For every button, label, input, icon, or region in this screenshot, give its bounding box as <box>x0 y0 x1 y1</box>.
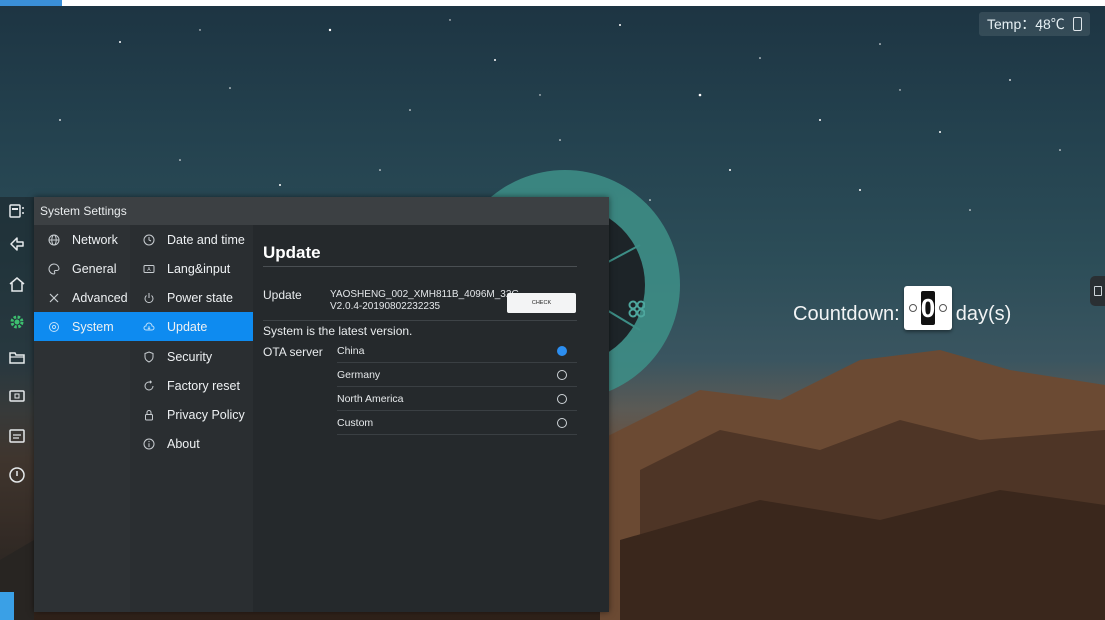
left-toolbar <box>0 197 34 620</box>
subitem-update[interactable]: Update <box>130 312 253 341</box>
radio-button[interactable] <box>557 417 567 428</box>
radio-button[interactable] <box>557 369 567 380</box>
home-icon[interactable] <box>7 274 27 294</box>
countdown-unit: day(s) <box>955 303 1012 325</box>
tools-icon <box>47 291 61 305</box>
folder-icon[interactable] <box>7 347 27 367</box>
subitem-label: Update <box>167 319 208 334</box>
keyboard-icon: A <box>142 262 156 276</box>
update-panel: Update Update YAOSHENG_002_XMH811B_4096M… <box>253 225 609 612</box>
settings-gear-icon[interactable] <box>7 312 27 332</box>
system-settings-window: System Settings Network General Advanced… <box>34 197 609 612</box>
temperature-text: Temp：48℃ <box>987 16 1065 32</box>
ota-option-china[interactable]: China <box>337 339 577 363</box>
svg-text:A: A <box>147 267 151 273</box>
subitem-date-time[interactable]: Date and time <box>130 225 253 254</box>
radio-button-selected[interactable] <box>557 345 567 356</box>
category-label: General <box>72 261 117 276</box>
category-network[interactable]: Network <box>34 225 130 254</box>
ota-option-custom[interactable]: Custom <box>337 411 577 435</box>
ota-option-label: North America <box>337 392 404 405</box>
radio-button[interactable] <box>557 393 567 404</box>
divider <box>263 266 577 267</box>
settings-subitems: Date and time A Lang&input Power state U… <box>130 225 253 612</box>
subitem-about[interactable]: About <box>130 429 253 458</box>
category-general[interactable]: General <box>34 254 130 283</box>
settings-categories: Network General Advanced System <box>34 225 130 612</box>
reset-icon <box>142 379 156 393</box>
category-label: System <box>72 319 114 334</box>
category-label: Network <box>72 232 118 247</box>
countdown-label: Countdown: <box>793 303 900 325</box>
subitem-label: Date and time <box>167 232 245 247</box>
ota-option-north-america[interactable]: North America <box>337 387 577 411</box>
ota-server-label: OTA server <box>263 345 323 359</box>
countdown-flip-card: 0 <box>903 286 952 330</box>
ota-option-label: China <box>337 344 365 357</box>
card-ring-right <box>938 304 947 312</box>
back-icon[interactable] <box>7 234 27 254</box>
subitem-label: Privacy Policy <box>167 407 245 422</box>
ota-option-germany[interactable]: Germany <box>337 363 577 387</box>
ota-option-label: Custom <box>337 416 374 429</box>
temperature-indicator: Temp：48℃ <box>979 12 1090 36</box>
window-title: System Settings <box>34 197 609 225</box>
whiteboard-icon[interactable] <box>7 426 27 446</box>
category-label: Advanced <box>72 290 128 305</box>
globe-icon <box>47 233 61 247</box>
side-panel-handle[interactable] <box>1090 276 1105 306</box>
countdown-value: 0 <box>920 291 936 325</box>
update-status: System is the latest version. <box>263 324 413 338</box>
palette-icon <box>47 262 61 276</box>
page-title: Update <box>263 243 321 262</box>
screen-input-icon[interactable] <box>7 386 27 406</box>
subitem-label: About <box>167 436 200 451</box>
category-advanced[interactable]: Advanced <box>34 283 130 312</box>
clock-icon <box>142 233 156 247</box>
cloud-icon <box>142 320 156 334</box>
power-icon <box>142 291 156 305</box>
subitem-label: Power state <box>167 290 234 305</box>
panel-icon <box>1093 286 1102 296</box>
ota-option-label: Germany <box>337 368 381 381</box>
gear-icon <box>47 320 61 334</box>
shield-icon <box>142 350 156 364</box>
check-update-button[interactable]: CHECK <box>507 293 576 313</box>
lock-icon <box>142 408 156 422</box>
left-edge-indicator <box>0 592 14 620</box>
subitem-privacy-policy[interactable]: Privacy Policy <box>130 400 253 429</box>
subitem-factory-reset[interactable]: Factory reset <box>130 371 253 400</box>
update-label: Update <box>263 288 302 302</box>
subitem-label: Factory reset <box>167 378 240 393</box>
subitem-label: Lang&input <box>167 261 231 276</box>
usb-drive-icon[interactable] <box>1072 17 1082 31</box>
menu-icon[interactable] <box>7 201 27 221</box>
apps-icon <box>628 300 646 318</box>
category-system[interactable]: System <box>34 312 130 341</box>
countdown-widget: Countdown: 0 day(s) <box>793 286 1011 330</box>
subitem-security[interactable]: Security <box>130 342 253 371</box>
subitem-lang-input[interactable]: A Lang&input <box>130 254 253 283</box>
subitem-label: Security <box>167 349 213 364</box>
firmware-version: YAOSHENG_002_XMH811B_4096M_32G-V2.0.4-20… <box>330 289 523 312</box>
divider <box>263 320 577 321</box>
subitem-power-state[interactable]: Power state <box>130 283 253 312</box>
card-ring-left <box>908 304 917 312</box>
info-icon <box>142 437 156 451</box>
power-icon[interactable] <box>7 465 27 485</box>
